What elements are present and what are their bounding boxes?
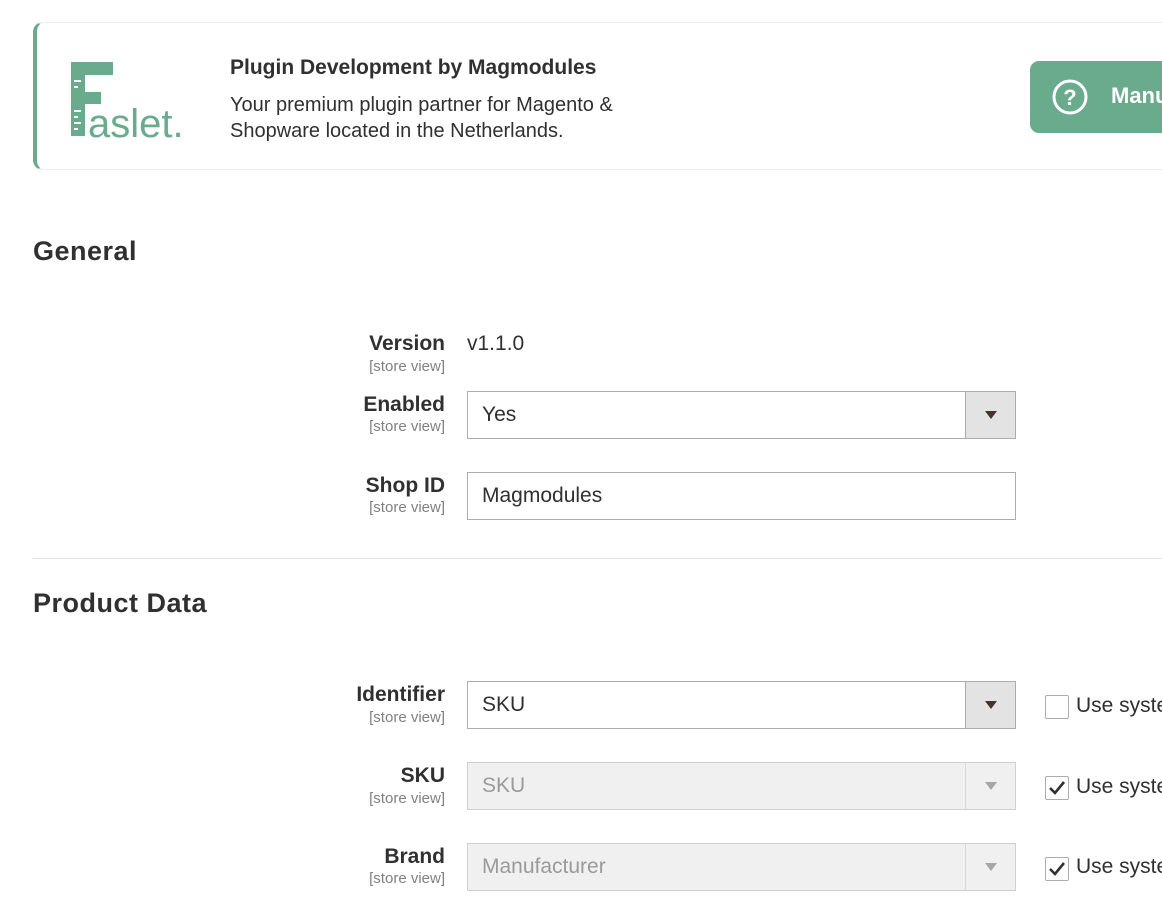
brand-select-value: Manufacturer (482, 855, 606, 878)
enabled-scope: [store view] (369, 418, 445, 435)
sku-select[interactable]: SKU (467, 762, 1016, 810)
brand-use-system-checkbox[interactable] (1045, 857, 1069, 881)
brand-use-system-label[interactable]: Use syste (1076, 855, 1162, 879)
shop-id-label: Shop ID (365, 474, 445, 497)
checkmark-icon (1049, 862, 1066, 876)
sku-scope: [store view] (369, 790, 445, 807)
question-icon: ? (1052, 79, 1088, 115)
chevron-down-icon (985, 701, 997, 709)
brand-select-arrow (965, 844, 1015, 890)
version-value: v1.1.0 (467, 332, 525, 355)
section-divider (33, 558, 1162, 559)
identifier-use-system-label[interactable]: Use syste (1076, 694, 1162, 718)
identifier-select[interactable]: SKU (467, 681, 1016, 729)
enabled-select[interactable]: Yes (467, 391, 1016, 439)
brand-label: Brand (384, 845, 445, 868)
identifier-select-value: SKU (482, 693, 526, 716)
sku-select-arrow (965, 763, 1015, 809)
checkmark-icon (1049, 781, 1066, 795)
svg-text:aslet.: aslet. (88, 102, 184, 142)
sku-select-value: SKU (482, 774, 526, 797)
manual-button-label: Manu (1111, 83, 1162, 108)
section-general-title: General (33, 236, 138, 266)
shop-id-input-value: Magmodules (482, 484, 603, 507)
banner-title: Plugin Development by Magmodules (230, 56, 597, 79)
brand-select[interactable]: Manufacturer (467, 843, 1016, 891)
version-scope: [store view] (369, 358, 445, 375)
enabled-select-arrow[interactable] (965, 392, 1015, 438)
brand-scope: [store view] (369, 870, 445, 887)
enabled-select-value: Yes (482, 403, 517, 426)
identifier-use-system-checkbox[interactable] (1045, 695, 1069, 719)
manual-button[interactable]: ? Manu (1030, 61, 1162, 133)
shop-id-input[interactable]: Magmodules (467, 472, 1016, 520)
identifier-scope: [store view] (369, 709, 445, 726)
sku-use-system-label[interactable]: Use syste (1076, 775, 1162, 799)
identifier-label: Identifier (356, 683, 445, 706)
chevron-down-icon (985, 863, 997, 871)
svg-text:?: ? (1063, 85, 1076, 110)
faslet-logo: aslet. (66, 58, 196, 146)
banner-description: Your premium plugin partner for Magento … (230, 94, 613, 142)
section-product-data-title: Product Data (33, 588, 208, 618)
sku-use-system-checkbox[interactable] (1045, 776, 1069, 800)
version-label: Version (369, 332, 445, 355)
chevron-down-icon (985, 411, 997, 419)
sku-label: SKU (400, 764, 445, 787)
chevron-down-icon (985, 782, 997, 790)
enabled-label: Enabled (363, 393, 445, 416)
shop-id-scope: [store view] (369, 499, 445, 516)
identifier-select-arrow[interactable] (965, 682, 1015, 728)
